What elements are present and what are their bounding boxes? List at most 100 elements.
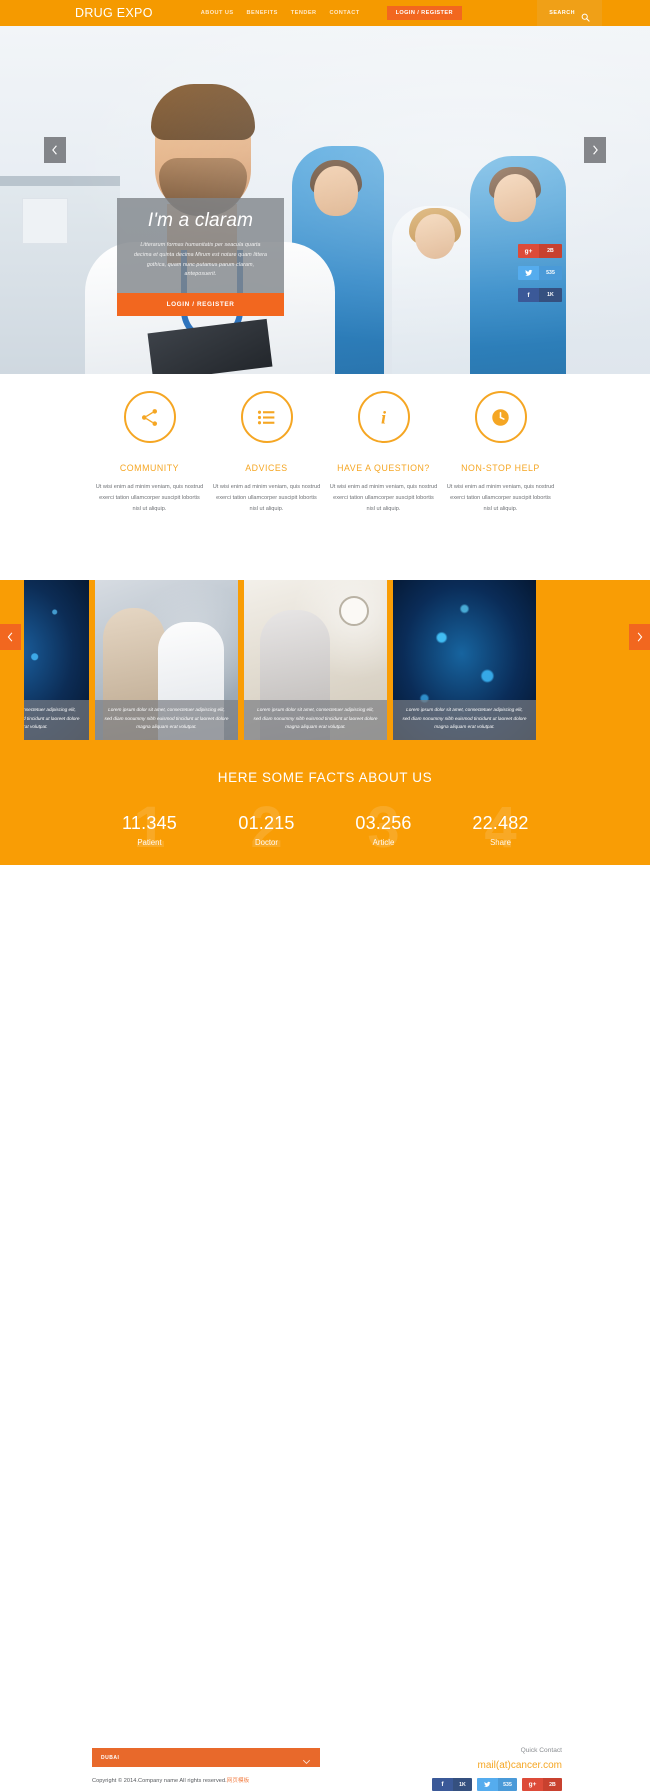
copyright-main: Copyright © 2014.Company name All rights…: [92, 1778, 227, 1784]
nav-item-benefits[interactable]: BENEFITS: [247, 10, 278, 16]
twitter-icon: [477, 1778, 498, 1791]
social-button-facebook[interactable]: f 1K: [518, 288, 562, 302]
facts-section-title: HERE SOME FACTS ABOUT US: [217, 770, 433, 785]
location-select-value: DUBAI: [101, 1754, 120, 1761]
site-footer: DUBAI Copyright © 2014.Company name All …: [0, 865, 650, 1791]
carousel-prev-button[interactable]: [0, 624, 21, 650]
slide-caption: Lorem ipsum dolor sit amet, consectetuer…: [24, 699, 89, 740]
list-icon: [257, 410, 275, 424]
hero-caption-card: I'm a claram Litterarum formas humanitat…: [117, 198, 284, 317]
fact-article: 3 03.256 Article: [325, 799, 442, 857]
facebook-count: 1K: [453, 1778, 472, 1791]
chevron-right-icon: [593, 145, 598, 155]
site-logo[interactable]: DRUG EXPO: [75, 6, 153, 20]
slide-caption: Lorem ipsum dolor sit amet, consectetuer…: [393, 699, 536, 740]
copyright-text: Copyright © 2014.Company name All rights…: [92, 1776, 249, 1784]
nav-item-about-us[interactable]: ABOUT US: [201, 10, 234, 16]
carousel-slide[interactable]: Lorem ipsum dolor sit amet, consectetuer…: [95, 580, 238, 740]
search-icon: [581, 9, 590, 22]
fact-label-patient: Patient: [137, 838, 162, 847]
fact-doctor: 2 01.215 Doctor: [208, 799, 325, 857]
feature-icon-button-advices[interactable]: [240, 391, 293, 443]
carousel-track: Lorem ipsum dolor sit amet, consectetuer…: [24, 580, 536, 740]
fact-label-article: Article: [372, 838, 395, 847]
fact-label-share: Share: [490, 838, 511, 847]
copyright-cn: 网页模板: [226, 1778, 250, 1784]
feature-title-have-a-question: HAVE A QUESTION?: [337, 463, 430, 473]
feature-text-community: Ut wisi enim ad minim veniam, quis nostr…: [95, 484, 204, 512]
features-section: COMMUNITY Ut wisi enim ad minim veniam, …: [0, 374, 650, 572]
chevron-left-icon: [52, 145, 57, 155]
hero-next-button[interactable]: [584, 137, 606, 163]
header-login-register-button[interactable]: LOGIN / REGISTER: [386, 6, 462, 20]
slide-caption: Lorem ipsum dolor sit amet, consectetuer…: [95, 699, 238, 740]
carousel-slide[interactable]: Lorem ipsum dolor sit amet, consectetuer…: [24, 580, 89, 740]
search-button[interactable]: SEARCH: [537, 0, 602, 26]
quick-contact-label: Quick Contact: [520, 1747, 562, 1754]
hero-prev-button[interactable]: [44, 137, 66, 163]
feature-non-stop-help: NON-STOP HELP Ut wisi enim ad minim veni…: [442, 391, 559, 572]
fact-share: 4 22.482 Share: [442, 799, 559, 857]
google-plus-count: 2B: [539, 244, 562, 258]
contact-email-link[interactable]: mail(at)cancer.com: [478, 1760, 562, 1771]
google-plus-icon: g+: [518, 244, 539, 258]
feature-community: COMMUNITY Ut wisi enim ad minim veniam, …: [91, 391, 208, 572]
social-button-google-plus[interactable]: g+ 2B: [518, 244, 562, 258]
fact-number-patient: 11.345: [122, 813, 177, 833]
facebook-icon: f: [432, 1778, 453, 1791]
info-icon: i: [381, 407, 387, 427]
feature-icon-button-community[interactable]: [123, 391, 176, 443]
slide-caption: Lorem ipsum dolor sit amet, consectetuer…: [244, 699, 387, 740]
carousel-slide[interactable]: Lorem ipsum dolor sit amet, consectetuer…: [393, 580, 536, 740]
footer-social-facebook[interactable]: f 1K: [432, 1778, 472, 1791]
orange-band: Lorem ipsum dolor sit amet, consectetuer…: [0, 580, 650, 865]
fact-patient: 1 11.345 Patient: [91, 799, 208, 857]
location-select[interactable]: DUBAI: [92, 1748, 320, 1767]
nav-item-contact[interactable]: CONTACT: [330, 10, 360, 16]
feature-text-non-stop-help: Ut wisi enim ad minim veniam, quis nostr…: [446, 484, 555, 512]
fact-label-doctor: Doctor: [255, 838, 278, 847]
feature-text-advices: Ut wisi enim ad minim veniam, quis nostr…: [212, 484, 321, 512]
hero-title: I'm a claram: [147, 210, 254, 231]
feature-title-community: COMMUNITY: [119, 463, 180, 473]
twitter-count: 535: [539, 266, 562, 280]
nav-item-tender[interactable]: TENDER: [291, 10, 317, 16]
feature-have-a-question: i HAVE A QUESTION? Ut wisi enim ad minim…: [325, 391, 442, 572]
feature-icon-button-non-stop-help[interactable]: [474, 391, 527, 443]
facebook-icon: f: [518, 288, 539, 302]
footer-social-google-plus[interactable]: g+ 2B: [522, 1778, 562, 1791]
carousel-next-button[interactable]: [629, 624, 650, 650]
feature-title-advices: ADVICES: [245, 463, 288, 473]
fact-number-article: 03.256: [355, 813, 412, 833]
main-nav: ABOUT US BENEFITS TENDER CONTACT LOGIN /…: [201, 6, 462, 20]
social-button-twitter[interactable]: 535: [518, 266, 562, 280]
feature-advices: ADVICES Ut wisi enim ad minim veniam, qu…: [208, 391, 325, 572]
chevron-right-icon: [637, 632, 643, 642]
feature-title-non-stop-help: NON-STOP HELP: [461, 463, 540, 473]
fact-number-doctor: 01.215: [238, 813, 295, 833]
chevron-left-icon: [7, 632, 13, 642]
carousel-slide[interactable]: Lorem ipsum dolor sit amet, consectetuer…: [244, 580, 387, 740]
fact-number-share: 22.482: [472, 813, 529, 833]
twitter-count: 535: [498, 1778, 517, 1791]
facts-list: 1 11.345 Patient 2 01.215 Doctor 3 03.25…: [0, 799, 650, 857]
feature-icon-button-have-a-question[interactable]: i: [357, 391, 410, 443]
google-plus-count: 2B: [543, 1778, 562, 1791]
search-label: SEARCH: [549, 10, 575, 16]
image-carousel: Lorem ipsum dolor sit amet, consectetuer…: [24, 580, 626, 746]
clock-icon: [492, 408, 509, 426]
hero-caption-body: I'm a claram Litterarum formas humanitat…: [117, 198, 284, 294]
twitter-icon: [518, 266, 539, 280]
svg-text:i: i: [381, 407, 387, 427]
share-icon: [141, 408, 158, 426]
hero-login-register-button[interactable]: LOGIN / REGISTER: [117, 293, 284, 317]
footer-social-buttons: f 1K 535 g+ 2B: [432, 1778, 562, 1791]
chevron-down-icon: [302, 1753, 311, 1765]
hero-social-buttons: g+ 2B 535 f 1K: [518, 244, 562, 302]
site-header: DRUG EXPO ABOUT US BENEFITS TENDER CONTA…: [0, 0, 650, 26]
feature-text-have-a-question: Ut wisi enim ad minim veniam, quis nostr…: [329, 484, 438, 512]
hero-description: Litterarum formas humanitatis per seacul…: [133, 242, 268, 278]
hero-slider: I'm a claram Litterarum formas humanitat…: [0, 26, 650, 374]
facebook-count: 1K: [539, 288, 562, 302]
footer-social-twitter[interactable]: 535: [477, 1778, 517, 1791]
